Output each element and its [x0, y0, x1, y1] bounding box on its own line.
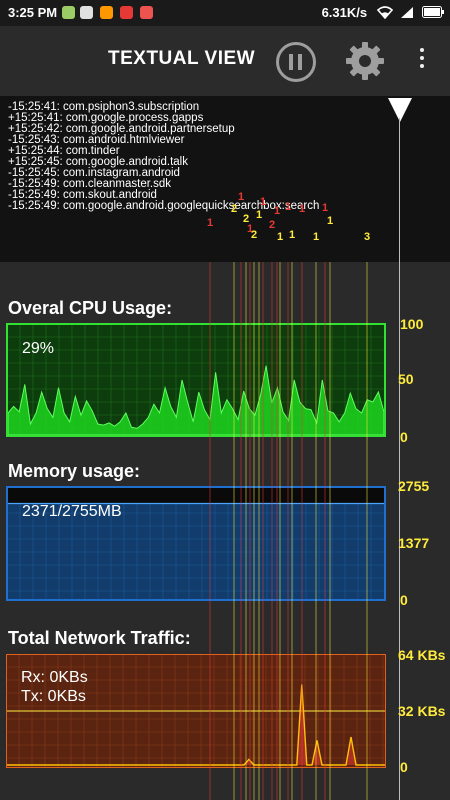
- cpu-value: 29%: [22, 340, 55, 357]
- memory-value: 2371/2755MB: [22, 503, 122, 520]
- pause-button[interactable]: [276, 42, 316, 82]
- tx-value: Tx: 0KBs: [21, 688, 86, 705]
- memory-axis-min: 0: [400, 592, 408, 608]
- app-bar: TEXTUAL VIEW: [0, 26, 450, 96]
- page-title: TEXTUAL VIEW: [108, 48, 256, 69]
- network-axis-max: 64 KBs: [398, 647, 446, 663]
- cpu-chart: 29%: [6, 323, 386, 437]
- wifi-icon: [376, 6, 393, 20]
- network-chart: Rx: 0KBs Tx: 0KBs: [6, 654, 386, 768]
- pause-icon: [289, 54, 293, 70]
- notification-icon: [120, 6, 133, 19]
- notification-icon: [62, 6, 75, 19]
- memory-chart: 2371/2755MB: [6, 486, 386, 601]
- process-log: -15:25:41: com.psiphon3.subscription +15…: [0, 96, 450, 262]
- cpu-graph: [8, 325, 384, 435]
- net-speed: 6.31K/s: [321, 5, 368, 20]
- memory-axis-max: 2755: [398, 478, 430, 494]
- pause-icon-bar: [298, 54, 302, 70]
- notification-icon: [80, 6, 93, 19]
- network-axis-min: 0: [400, 759, 408, 775]
- memory-title: Memory usage:: [8, 461, 141, 481]
- timeline-handle[interactable]: [386, 96, 414, 126]
- battery-icon: [422, 6, 444, 18]
- network-axis-mid: 32 KBs: [398, 703, 446, 719]
- cpu-axis-min: 0: [400, 429, 408, 445]
- log-line: -15:25:49: com.google.android.googlequic…: [8, 200, 320, 212]
- notification-icon: [100, 6, 113, 19]
- rx-value: Rx: 0KBs: [21, 669, 88, 686]
- timeline-cursor: [399, 118, 400, 800]
- memory-axis-mid: 1377: [398, 535, 430, 551]
- cpu-title: Overal CPU Usage:: [8, 298, 173, 318]
- status-bar: 3:25 PM 6.31K/s: [0, 0, 450, 26]
- status-time: 3:25 PM: [8, 5, 58, 20]
- network-title: Total Network Traffic:: [8, 628, 191, 648]
- notification-icon: [140, 6, 153, 19]
- cpu-axis-max: 100: [400, 316, 424, 332]
- signal-icon: [401, 7, 414, 18]
- cpu-axis-mid: 50: [398, 371, 414, 387]
- status-right: 6.31K/s: [322, 5, 444, 20]
- gear-icon[interactable]: [344, 40, 386, 82]
- more-vert-icon[interactable]: [417, 48, 427, 74]
